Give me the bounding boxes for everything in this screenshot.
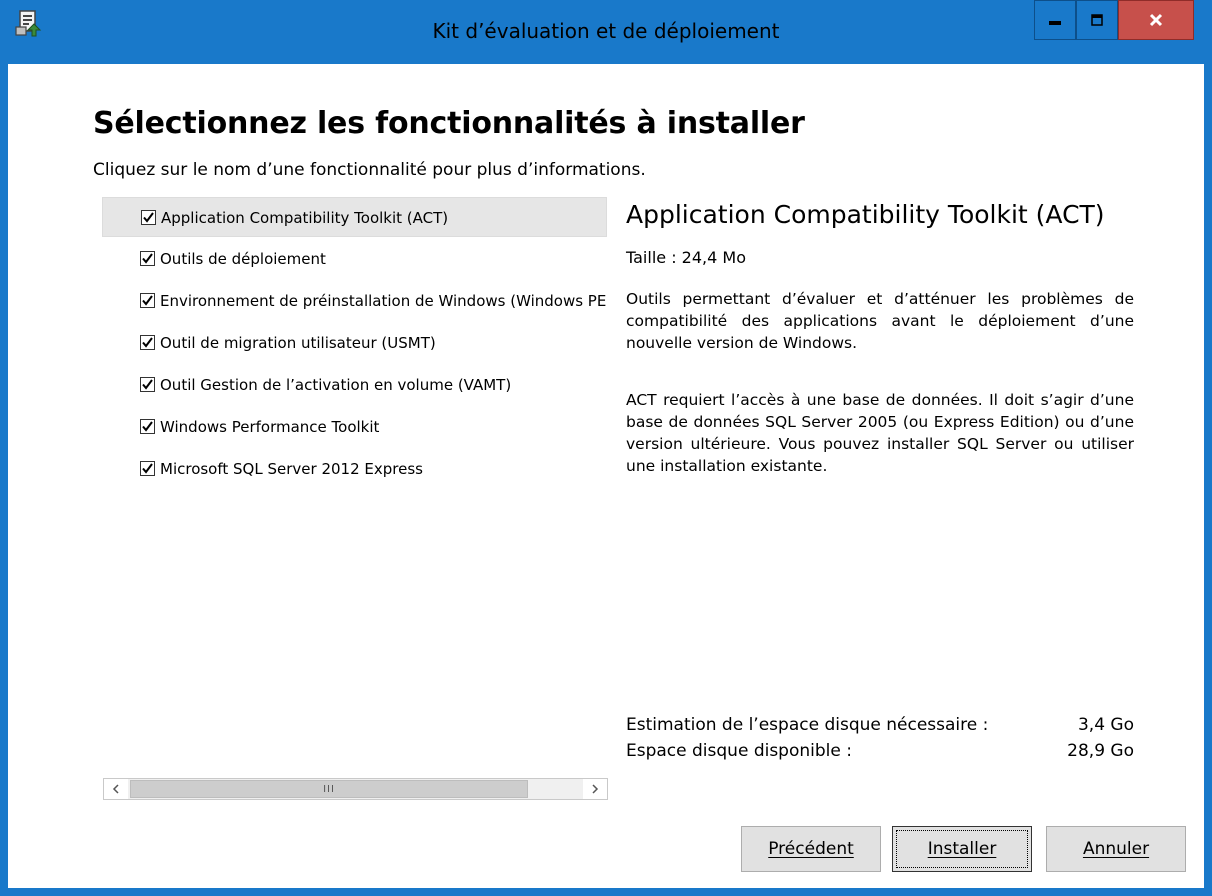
- window-title: Kit d’évaluation et de déploiement: [432, 19, 780, 43]
- focus-ring: [896, 830, 1028, 868]
- feature-checkbox[interactable]: [140, 293, 155, 308]
- disk-required-label: Estimation de l’espace disque nécessaire…: [626, 715, 989, 735]
- scroll-left-button[interactable]: [104, 779, 128, 799]
- feature-item-sql-express[interactable]: Microsoft SQL Server 2012 Express: [102, 449, 607, 489]
- disk-required-value: 3,4 Go: [1077, 715, 1134, 735]
- disk-required-row: Estimation de l’espace disque nécessaire…: [626, 715, 1134, 735]
- minimize-icon: [1049, 21, 1061, 25]
- feature-label[interactable]: Outil Gestion de l’activation en volume …: [160, 376, 511, 394]
- maximize-button[interactable]: [1076, 0, 1118, 40]
- checkmark-icon: [142, 295, 153, 306]
- cancel-button-label: Annuler: [1082, 839, 1150, 859]
- title-bar[interactable]: Kit d’évaluation et de déploiement: [0, 0, 1212, 64]
- feature-list[interactable]: Application Compatibility Toolkit (ACT) …: [102, 197, 607, 787]
- back-button-label: Précédent: [768, 839, 854, 859]
- chevron-right-icon: [592, 784, 599, 794]
- feature-checkbox[interactable]: [140, 461, 155, 476]
- install-button[interactable]: Installer: [892, 826, 1032, 872]
- disk-available-value: 28,9 Go: [1067, 741, 1134, 761]
- page-heading: Sélectionnez les fonctionnalités à insta…: [93, 106, 805, 141]
- checkmark-icon: [142, 463, 153, 474]
- feature-label[interactable]: Outils de déploiement: [160, 250, 326, 268]
- page-subtitle: Cliquez sur le nom d’une fonctionnalité …: [93, 160, 646, 180]
- checkmark-icon: [142, 421, 153, 432]
- feature-label[interactable]: Windows Performance Toolkit: [160, 418, 379, 436]
- scroll-thumb[interactable]: III: [130, 780, 528, 798]
- installer-window: Kit d’évaluation et de déploiement Sélec…: [0, 0, 1212, 896]
- maximize-icon: [1091, 14, 1103, 26]
- close-button[interactable]: [1118, 0, 1194, 40]
- close-icon: [1149, 13, 1163, 27]
- feature-item-vamt[interactable]: Outil Gestion de l’activation en volume …: [102, 365, 607, 405]
- feature-item-usmt[interactable]: Outil de migration utilisateur (USMT): [102, 323, 607, 363]
- feature-item-act[interactable]: Application Compatibility Toolkit (ACT): [102, 197, 607, 237]
- feature-label[interactable]: Microsoft SQL Server 2012 Express: [160, 460, 423, 478]
- scroll-right-button[interactable]: [583, 779, 607, 799]
- cancel-button[interactable]: Annuler: [1046, 826, 1186, 872]
- feature-checkbox[interactable]: [140, 335, 155, 350]
- feature-item-deployment-tools[interactable]: Outils de déploiement: [102, 239, 607, 279]
- feature-detail-requirements: ACT requiert l’accès à une base de donné…: [626, 391, 1134, 475]
- feature-checkbox[interactable]: [140, 419, 155, 434]
- disk-available-label: Espace disque disponible :: [626, 741, 852, 761]
- checkmark-icon: [142, 379, 153, 390]
- checkmark-icon: [143, 212, 154, 223]
- feature-detail-description: Outils permettant d’évaluer et d’atténue…: [626, 290, 1134, 352]
- checkmark-icon: [142, 337, 153, 348]
- feature-checkbox[interactable]: [141, 210, 156, 225]
- window-controls: [1034, 0, 1194, 40]
- horizontal-scrollbar[interactable]: III: [103, 778, 608, 800]
- feature-label[interactable]: Environnement de préinstallation de Wind…: [160, 292, 607, 310]
- feature-item-wpt[interactable]: Windows Performance Toolkit: [102, 407, 607, 447]
- checkmark-icon: [142, 253, 153, 264]
- disk-available-row: Espace disque disponible : 28,9 Go: [626, 741, 1134, 761]
- feature-checkbox[interactable]: [140, 251, 155, 266]
- chevron-left-icon: [112, 784, 119, 794]
- back-button[interactable]: Précédent: [741, 826, 881, 872]
- feature-label[interactable]: Outil de migration utilisateur (USMT): [160, 334, 436, 352]
- minimize-button[interactable]: [1034, 0, 1076, 40]
- scroll-grip: III: [323, 783, 335, 795]
- feature-label[interactable]: Application Compatibility Toolkit (ACT): [161, 209, 448, 227]
- installer-content: Sélectionnez les fonctionnalités à insta…: [8, 64, 1204, 888]
- feature-checkbox[interactable]: [140, 377, 155, 392]
- feature-item-windows-pe[interactable]: Environnement de préinstallation de Wind…: [102, 281, 607, 321]
- feature-detail-size: Taille : 24,4 Mo: [626, 248, 746, 267]
- feature-detail-title: Application Compatibility Toolkit (ACT): [626, 200, 1105, 229]
